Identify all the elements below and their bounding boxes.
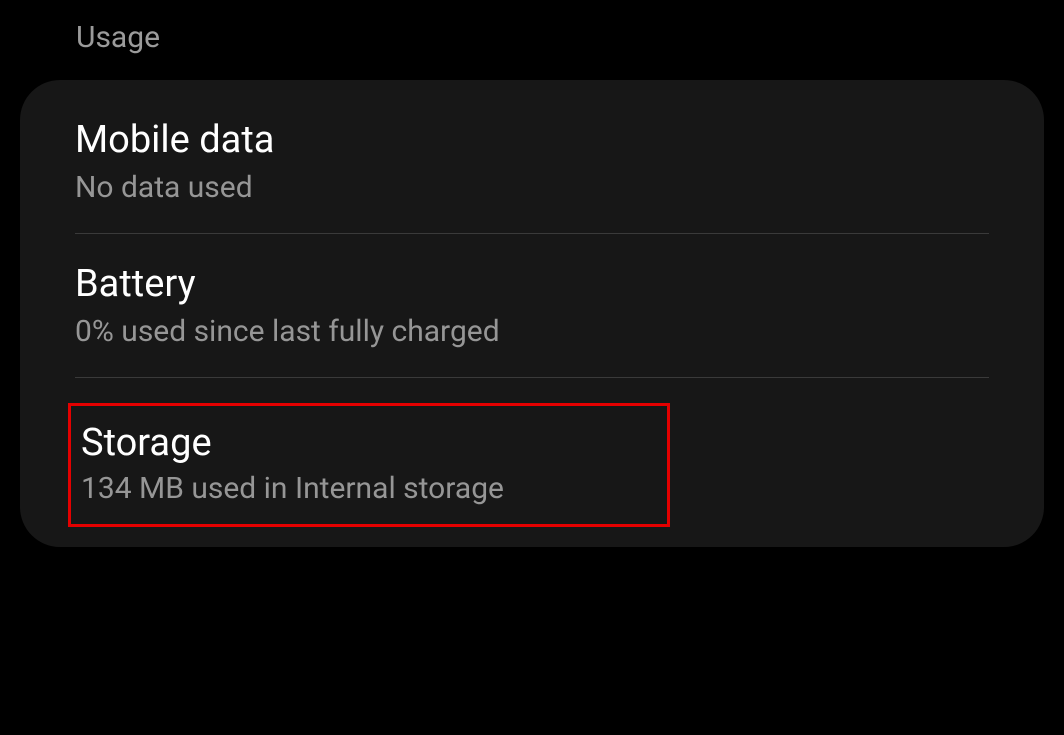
divider [75, 377, 989, 378]
section-header-usage: Usage [0, 0, 1064, 80]
storage-subtitle: 134 MB used in Internal storage [81, 471, 657, 506]
settings-item-storage[interactable]: Storage 134 MB used in Internal storage [68, 403, 670, 527]
battery-subtitle: 0% used since last fully charged [75, 314, 989, 349]
mobile-data-subtitle: No data used [75, 170, 989, 205]
settings-item-battery[interactable]: Battery 0% used since last fully charged [20, 234, 1044, 377]
battery-title: Battery [75, 262, 989, 306]
settings-panel: Mobile data No data used Battery 0% used… [20, 80, 1044, 547]
mobile-data-title: Mobile data [75, 118, 989, 162]
settings-item-mobile-data[interactable]: Mobile data No data used [20, 90, 1044, 233]
storage-title: Storage [81, 421, 657, 465]
